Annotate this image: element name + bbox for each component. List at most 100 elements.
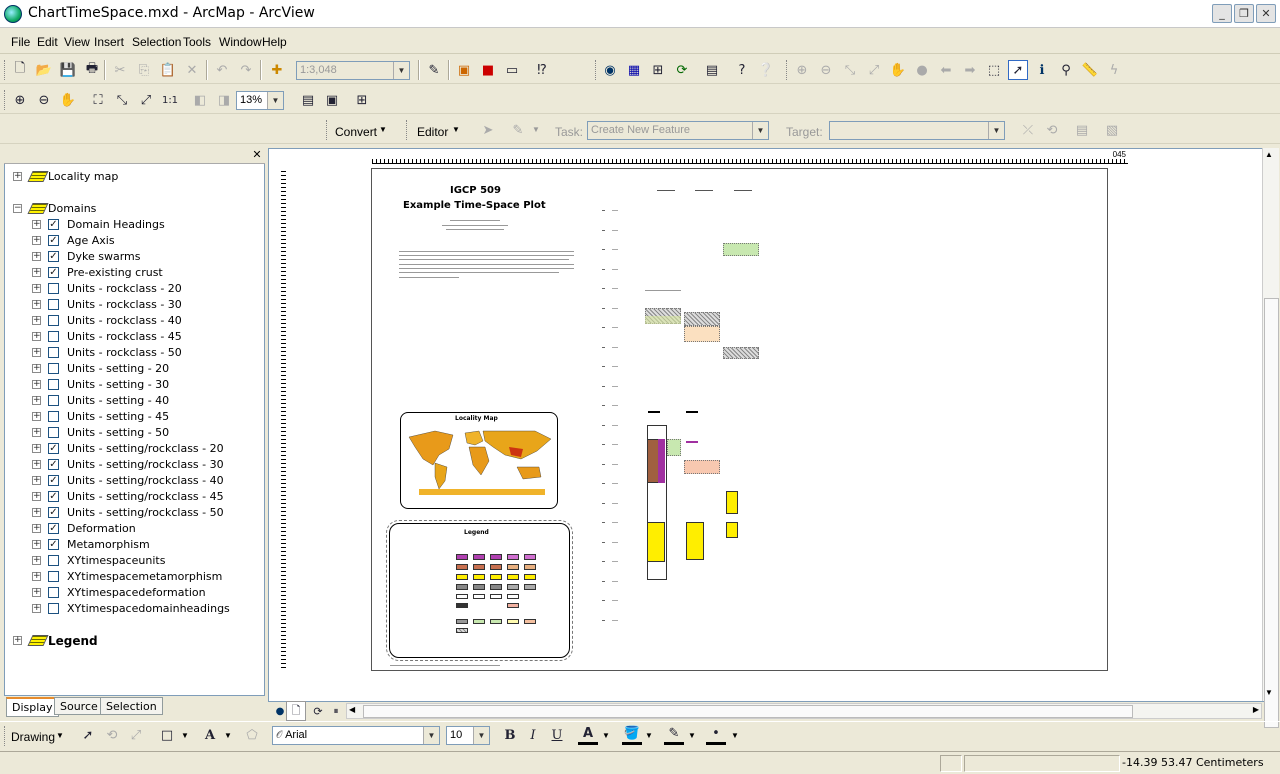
expand-icon[interactable]: + (32, 492, 41, 501)
toggle-draft-mode-icon[interactable]: ▤ (298, 90, 318, 110)
help-book-icon[interactable]: ? (732, 60, 752, 80)
menu-help[interactable]: Help (262, 35, 287, 49)
expand-icon[interactable]: + (32, 524, 41, 533)
bold-button[interactable]: B (500, 725, 520, 745)
cut-icon[interactable]: ✂ (110, 60, 130, 80)
layer-visibility-checkbox[interactable] (48, 411, 59, 422)
expand-icon[interactable]: + (32, 284, 41, 293)
forward-arrow-icon[interactable]: ➡ (960, 60, 980, 80)
layout-title-line2[interactable]: Example Time-Space Plot (403, 200, 546, 211)
close-window-button[interactable]: ✕ (1256, 4, 1276, 23)
layer-visibility-checkbox[interactable] (48, 299, 59, 310)
layout-zoom-in-icon[interactable]: ⊕ (10, 90, 30, 110)
chevron-down-icon[interactable]: ▼ (532, 125, 540, 134)
chevron-down-icon[interactable]: ▼ (423, 727, 439, 744)
chevron-down-icon[interactable]: ▼ (645, 731, 653, 740)
toc-layer-row[interactable]: + ✓ Units - setting/rockclass - 50 (30, 505, 260, 521)
layout-pan-icon[interactable]: ✋ (58, 90, 78, 110)
tab-display[interactable]: Display (6, 697, 59, 717)
unit-block[interactable] (647, 522, 665, 562)
toc-layer-row[interactable]: + Units - rockclass - 20 (30, 281, 260, 297)
expand-icon[interactable]: + (32, 428, 41, 437)
menu-edit[interactable]: Edit (37, 35, 58, 49)
toc-layer-row[interactable]: + Units - setting - 20 (30, 361, 260, 377)
toc-layer-row[interactable]: + ✓ Deformation (30, 521, 260, 537)
unit-block[interactable] (684, 326, 720, 342)
layer-visibility-checkbox[interactable] (48, 587, 59, 598)
layer-visibility-checkbox[interactable] (48, 555, 59, 566)
expand-icon[interactable]: + (32, 508, 41, 517)
refresh-view-icon[interactable]: ⟳ (308, 701, 328, 721)
fixed-zoom-out-icon[interactable]: ⤢ (864, 60, 884, 80)
focus-data-frame-icon[interactable]: ▣ (322, 90, 342, 110)
expand-icon[interactable]: + (32, 300, 41, 309)
toc-layer-row[interactable]: + Units - setting - 50 (30, 425, 260, 441)
chevron-down-icon[interactable]: ▼ (393, 62, 409, 79)
new-document-icon[interactable]: 🗋 (10, 60, 30, 80)
select-features-icon[interactable]: ⬚ (984, 60, 1004, 80)
layer-visibility-checkbox[interactable] (48, 347, 59, 358)
scroll-left-icon[interactable]: ◀ (349, 705, 355, 714)
select-elements-icon[interactable]: ➚ (78, 725, 98, 745)
chevron-down-icon[interactable]: ▼ (224, 731, 232, 740)
attributes-icon[interactable]: ▤ (1072, 120, 1092, 140)
chevron-down-icon[interactable]: ▼ (452, 125, 460, 134)
expand-icon[interactable]: + (32, 220, 41, 229)
fixed-zoom-in-page-icon[interactable]: ⤡ (112, 90, 132, 110)
toc-group-row[interactable]: + Legend (11, 633, 251, 649)
layer-visibility-checkbox[interactable] (48, 315, 59, 326)
layer-visibility-checkbox[interactable]: ✓ (48, 523, 59, 534)
unit-block[interactable] (726, 522, 738, 538)
convert-menu[interactable]: Convert (335, 125, 377, 139)
toolbar-grip[interactable] (786, 60, 789, 80)
layer-visibility-checkbox[interactable] (48, 283, 59, 294)
expand-icon[interactable]: + (32, 348, 41, 357)
layer-visibility-checkbox[interactable]: ✓ (48, 267, 59, 278)
toc-layer-row[interactable]: + Units - setting - 40 (30, 393, 260, 409)
chevron-down-icon[interactable]: ▼ (56, 731, 64, 740)
chevron-down-icon[interactable]: ▼ (473, 727, 489, 744)
edit-tool-icon[interactable]: ➤ (478, 120, 498, 140)
horizontal-ruler[interactable]: 045 (372, 150, 1128, 164)
toolbar-grip[interactable] (4, 90, 7, 110)
toc-group-row[interactable]: + Locality map (11, 169, 251, 185)
chevron-down-icon[interactable]: ▼ (379, 125, 387, 134)
zoom-100-icon[interactable]: 1:1 (160, 90, 180, 110)
layer-visibility-checkbox[interactable] (48, 603, 59, 614)
hyperlink-icon[interactable]: ϟ (1104, 60, 1124, 80)
expand-icon[interactable]: + (32, 364, 41, 373)
toc-layer-row[interactable]: + ✓ Age Axis (30, 233, 260, 249)
unit-block[interactable] (686, 522, 704, 560)
rotate-tool-icon[interactable]: ⟲ (1042, 120, 1062, 140)
add-data-icon[interactable]: ✚ (267, 60, 287, 80)
scroll-down-icon[interactable]: ▼ (1265, 688, 1273, 697)
pause-drawing-icon[interactable]: ⏸ (326, 701, 346, 721)
text-tool-icon[interactable]: A (200, 725, 220, 745)
chevron-down-icon[interactable]: ▼ (731, 731, 739, 740)
toc-layer-row[interactable]: + ✓ Dyke swarms (30, 249, 260, 265)
locality-map-frame[interactable]: Locality Map (400, 412, 558, 509)
underline-button[interactable]: U (547, 725, 567, 745)
zoom-out-icon[interactable]: ⊖ (816, 60, 836, 80)
previous-extent-icon[interactable]: ◧ (190, 90, 210, 110)
expand-icon[interactable]: + (32, 396, 41, 405)
toc-layer-row[interactable]: + XYtimespaceunits (30, 553, 260, 569)
layer-visibility-checkbox[interactable] (48, 379, 59, 390)
toc-layer-row[interactable]: + XYtimespacedomainheadings (30, 601, 260, 617)
layer-visibility-checkbox[interactable]: ✓ (48, 443, 59, 454)
target-combo[interactable]: ▼ (829, 121, 1005, 140)
toc-layer-row[interactable]: + ✓ Units - setting/rockclass - 40 (30, 473, 260, 489)
toc-layer-row[interactable]: + ✓ Units - setting/rockclass - 20 (30, 441, 260, 457)
unit-block[interactable] (684, 460, 720, 474)
expand-icon[interactable]: + (32, 540, 41, 549)
layer-visibility-checkbox[interactable] (48, 571, 59, 582)
select-elements-icon[interactable]: ➚ (1008, 60, 1028, 80)
layer-visibility-checkbox[interactable] (48, 363, 59, 374)
layout-view-icon[interactable]: 🗋 (286, 701, 306, 721)
line-color-icon[interactable]: ✎ (664, 725, 684, 745)
task-combo[interactable]: Create New Feature ▼ (587, 121, 769, 140)
expand-icon[interactable]: + (32, 316, 41, 325)
legend-frame[interactable]: Legend (386, 520, 573, 661)
toolbar-grip[interactable] (4, 726, 7, 746)
toc-layer-row[interactable]: + Units - setting - 30 (30, 377, 260, 393)
